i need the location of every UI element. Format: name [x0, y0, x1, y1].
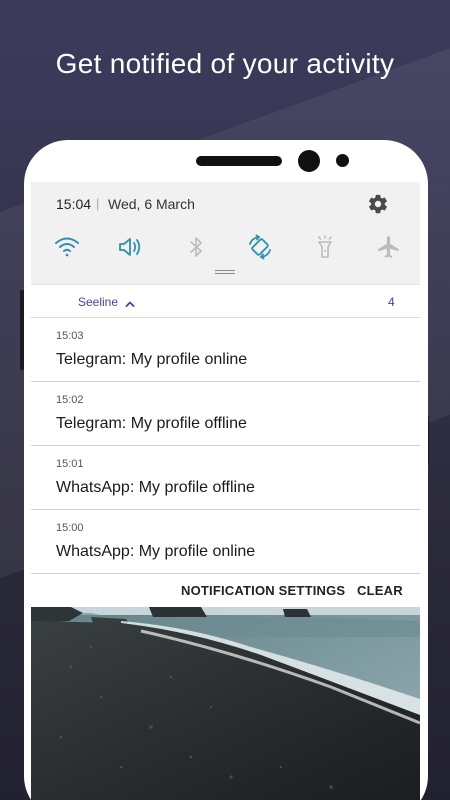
- app-name: Seeline: [78, 295, 119, 309]
- wallpaper-image: [31, 607, 420, 800]
- notification-text: Telegram: My profile online: [56, 351, 248, 368]
- notification-text: WhatsApp: My profile offline: [56, 479, 255, 496]
- notification-settings-button[interactable]: NOTIFICATION SETTINGS: [181, 583, 345, 598]
- flashlight-icon[interactable]: [311, 234, 339, 260]
- bluetooth-icon[interactable]: [182, 234, 210, 260]
- quick-settings-panel: 15:04 | Wed, 6 March: [31, 182, 420, 284]
- notification-count: 4: [388, 295, 395, 309]
- notification-time: 15:02: [56, 394, 84, 406]
- phone-speaker: [196, 156, 282, 166]
- clear-button[interactable]: CLEAR: [357, 583, 403, 598]
- status-time: 15:04: [56, 196, 92, 212]
- notification-time: 15:03: [56, 330, 84, 342]
- quick-settings-toggles: [53, 232, 403, 262]
- notification-item[interactable]: 15:03 Telegram: My profile online: [31, 318, 420, 382]
- notification-time: 15:01: [56, 458, 84, 470]
- gear-icon[interactable]: [367, 193, 389, 215]
- rotate-icon[interactable]: [246, 234, 274, 260]
- status-date: Wed, 6 March: [108, 196, 195, 212]
- speaker-icon[interactable]: [117, 234, 145, 260]
- drag-handle[interactable]: [215, 270, 235, 274]
- notification-item[interactable]: 15:01 WhatsApp: My profile offline: [31, 446, 420, 510]
- phone-sensor: [336, 154, 349, 167]
- chevron-up-icon[interactable]: [125, 296, 135, 307]
- phone-screen: 15:04 | Wed, 6 March Seeline 4 15:03 Tel…: [31, 182, 420, 800]
- notification-item[interactable]: 15:00 WhatsApp: My profile online: [31, 510, 420, 574]
- status-separator: |: [96, 196, 100, 211]
- notification-time: 15:00: [56, 522, 84, 534]
- phone-camera: [298, 150, 320, 172]
- notification-text: Telegram: My profile offline: [56, 415, 247, 432]
- headline: Get notified of your activity: [55, 48, 395, 79]
- notification-group-header[interactable]: Seeline 4: [31, 284, 420, 318]
- notification-item[interactable]: 15:02 Telegram: My profile offline: [31, 382, 420, 446]
- notification-text: WhatsApp: My profile online: [56, 543, 256, 560]
- wifi-icon[interactable]: [53, 234, 81, 260]
- notification-actions: NOTIFICATION SETTINGS CLEAR: [31, 574, 420, 607]
- airplane-icon[interactable]: [375, 234, 403, 260]
